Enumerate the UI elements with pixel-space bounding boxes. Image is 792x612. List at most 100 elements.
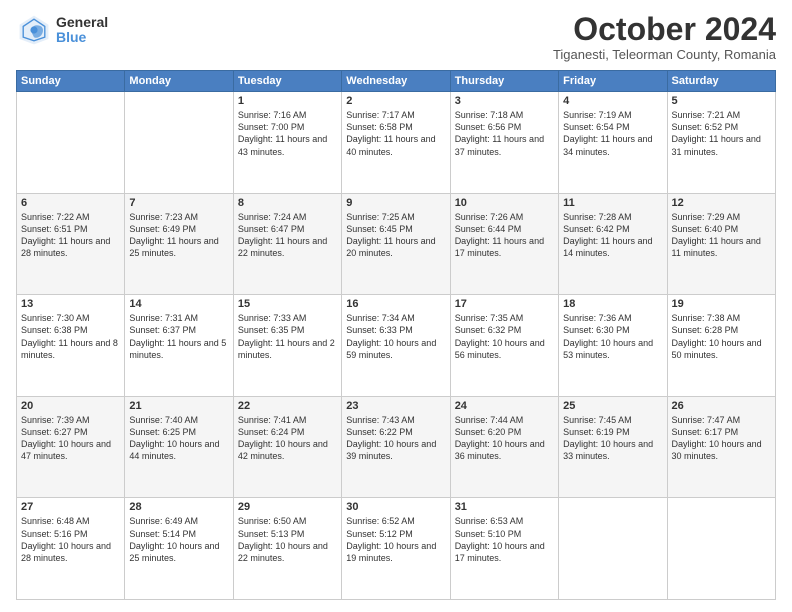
calendar-week-0: 1 Sunrise: 7:16 AM Sunset: 7:00 PM Daylig… (17, 92, 776, 194)
day-info: Sunrise: 7:23 AM Sunset: 6:49 PM Dayligh… (129, 211, 228, 260)
day-number: 11 (563, 197, 662, 209)
day-info: Sunrise: 6:53 AM Sunset: 5:10 PM Dayligh… (455, 515, 554, 564)
calendar-cell: 14Sunrise: 7:31 AM Sunset: 6:37 PM Dayli… (125, 295, 233, 397)
calendar-cell: 27Sunrise: 6:48 AM Sunset: 5:16 PM Dayli… (17, 498, 125, 600)
calendar-cell: 17 Sunrise: 7:35 AM Sunset: 6:32 PM Dayli… (450, 295, 558, 397)
calendar-cell: 25 Sunrise: 7:45 AM Sunset: 6:19 PM Dayli… (559, 396, 667, 498)
day-number: 24 (455, 400, 554, 412)
day-info: Sunrise: 7:24 AM Sunset: 6:47 PM Dayligh… (238, 211, 337, 260)
calendar-cell: 24 Sunrise: 7:44 AM Sunset: 6:20 PM Dayli… (450, 396, 558, 498)
weekday-header-thursday: Thursday (450, 71, 558, 92)
calendar-cell: 12 Sunrise: 7:29 AM Sunset: 6:40 PM Dayli… (667, 193, 775, 295)
day-number: 20 (21, 400, 120, 412)
page: General Blue October 2024 Tiganesti, Tel… (0, 0, 792, 612)
day-number: 25 (563, 400, 662, 412)
day-number: 17 (455, 298, 554, 310)
day-number: 8 (238, 197, 337, 209)
day-number: 1 (238, 95, 337, 107)
calendar-cell (125, 92, 233, 194)
day-number: 7 (129, 197, 228, 209)
calendar-cell: 16Sunrise: 7:34 AM Sunset: 6:33 PM Dayli… (342, 295, 450, 397)
day-number: 31 (455, 501, 554, 513)
calendar-cell: 26 Sunrise: 7:47 AM Sunset: 6:17 PM Dayli… (667, 396, 775, 498)
title-block: October 2024 Tiganesti, Teleorman County… (553, 12, 776, 62)
day-info: Sunrise: 6:52 AM Sunset: 5:12 PM Dayligh… (346, 515, 445, 564)
day-info: Sunrise: 7:21 AM Sunset: 6:52 PM Dayligh… (672, 109, 771, 158)
day-number: 12 (672, 197, 771, 209)
day-info: Sunrise: 7:26 AM Sunset: 6:44 PM Dayligh… (455, 211, 554, 260)
weekday-header-friday: Friday (559, 71, 667, 92)
calendar-cell: 22Sunrise: 7:41 AM Sunset: 6:24 PM Dayli… (233, 396, 341, 498)
day-info: Sunrise: 7:19 AM Sunset: 6:54 PM Dayligh… (563, 109, 662, 158)
day-number: 27 (21, 501, 120, 513)
day-info: Sunrise: 7:31 AM Sunset: 6:37 PM Dayligh… (129, 312, 228, 361)
calendar-cell: 1 Sunrise: 7:16 AM Sunset: 7:00 PM Daylig… (233, 92, 341, 194)
day-number: 10 (455, 197, 554, 209)
day-number: 30 (346, 501, 445, 513)
day-info: Sunrise: 7:47 AM Sunset: 6:17 PM Dayligh… (672, 414, 771, 463)
day-info: Sunrise: 7:45 AM Sunset: 6:19 PM Dayligh… (563, 414, 662, 463)
calendar-cell (667, 498, 775, 600)
day-info: Sunrise: 6:50 AM Sunset: 5:13 PM Dayligh… (238, 515, 337, 564)
calendar-cell: 13 Sunrise: 7:30 AM Sunset: 6:38 PM Dayli… (17, 295, 125, 397)
day-info: Sunrise: 6:49 AM Sunset: 5:14 PM Dayligh… (129, 515, 228, 564)
day-info: Sunrise: 7:41 AM Sunset: 6:24 PM Dayligh… (238, 414, 337, 463)
day-info: Sunrise: 7:29 AM Sunset: 6:40 PM Dayligh… (672, 211, 771, 260)
weekday-row: SundayMondayTuesdayWednesdayThursdayFrid… (17, 71, 776, 92)
calendar-table: SundayMondayTuesdayWednesdayThursdayFrid… (16, 70, 776, 600)
weekday-header-wednesday: Wednesday (342, 71, 450, 92)
day-info: Sunrise: 7:39 AM Sunset: 6:27 PM Dayligh… (21, 414, 120, 463)
calendar-cell: 11Sunrise: 7:28 AM Sunset: 6:42 PM Dayli… (559, 193, 667, 295)
calendar-cell (17, 92, 125, 194)
day-number: 9 (346, 197, 445, 209)
day-number: 21 (129, 400, 228, 412)
logo-text: General Blue (56, 15, 108, 46)
weekday-header-sunday: Sunday (17, 71, 125, 92)
day-number: 3 (455, 95, 554, 107)
calendar-body: 1 Sunrise: 7:16 AM Sunset: 7:00 PM Daylig… (17, 92, 776, 600)
calendar-week-4: 27Sunrise: 6:48 AM Sunset: 5:16 PM Dayli… (17, 498, 776, 600)
calendar-header: SundayMondayTuesdayWednesdayThursdayFrid… (17, 71, 776, 92)
calendar-cell: 9 Sunrise: 7:25 AM Sunset: 6:45 PM Daylig… (342, 193, 450, 295)
calendar-cell: 2Sunrise: 7:17 AM Sunset: 6:58 PM Daylig… (342, 92, 450, 194)
day-info: Sunrise: 7:25 AM Sunset: 6:45 PM Dayligh… (346, 211, 445, 260)
weekday-header-saturday: Saturday (667, 71, 775, 92)
day-info: Sunrise: 7:18 AM Sunset: 6:56 PM Dayligh… (455, 109, 554, 158)
calendar-week-1: 6Sunrise: 7:22 AM Sunset: 6:51 PM Daylig… (17, 193, 776, 295)
day-number: 13 (21, 298, 120, 310)
calendar-cell: 29Sunrise: 6:50 AM Sunset: 5:13 PM Dayli… (233, 498, 341, 600)
calendar-cell: 15Sunrise: 7:33 AM Sunset: 6:35 PM Dayli… (233, 295, 341, 397)
day-info: Sunrise: 7:43 AM Sunset: 6:22 PM Dayligh… (346, 414, 445, 463)
day-number: 15 (238, 298, 337, 310)
day-info: Sunrise: 7:40 AM Sunset: 6:25 PM Dayligh… (129, 414, 228, 463)
day-info: Sunrise: 7:35 AM Sunset: 6:32 PM Dayligh… (455, 312, 554, 361)
location: Tiganesti, Teleorman County, Romania (553, 47, 776, 62)
calendar-cell: 18Sunrise: 7:36 AM Sunset: 6:30 PM Dayli… (559, 295, 667, 397)
weekday-header-monday: Monday (125, 71, 233, 92)
day-info: Sunrise: 7:22 AM Sunset: 6:51 PM Dayligh… (21, 211, 120, 260)
calendar-cell: 20 Sunrise: 7:39 AM Sunset: 6:27 PM Dayli… (17, 396, 125, 498)
weekday-header-tuesday: Tuesday (233, 71, 341, 92)
calendar-cell: 30 Sunrise: 6:52 AM Sunset: 5:12 PM Dayli… (342, 498, 450, 600)
calendar-cell: 4Sunrise: 7:19 AM Sunset: 6:54 PM Daylig… (559, 92, 667, 194)
month-title: October 2024 (553, 12, 776, 47)
logo-blue-text: Blue (56, 30, 108, 45)
calendar-cell: 10 Sunrise: 7:26 AM Sunset: 6:44 PM Dayli… (450, 193, 558, 295)
calendar-week-2: 13 Sunrise: 7:30 AM Sunset: 6:38 PM Dayli… (17, 295, 776, 397)
day-info: Sunrise: 7:44 AM Sunset: 6:20 PM Dayligh… (455, 414, 554, 463)
day-number: 19 (672, 298, 771, 310)
calendar-cell: 19 Sunrise: 7:38 AM Sunset: 6:28 PM Dayli… (667, 295, 775, 397)
day-info: Sunrise: 7:38 AM Sunset: 6:28 PM Dayligh… (672, 312, 771, 361)
calendar-cell: 31 Sunrise: 6:53 AM Sunset: 5:10 PM Dayli… (450, 498, 558, 600)
calendar-cell: 3 Sunrise: 7:18 AM Sunset: 6:56 PM Daylig… (450, 92, 558, 194)
calendar-cell: 6Sunrise: 7:22 AM Sunset: 6:51 PM Daylig… (17, 193, 125, 295)
day-info: Sunrise: 7:30 AM Sunset: 6:38 PM Dayligh… (21, 312, 120, 361)
day-number: 26 (672, 400, 771, 412)
logo: General Blue (16, 12, 108, 48)
header: General Blue October 2024 Tiganesti, Tel… (16, 12, 776, 62)
calendar-cell: 5Sunrise: 7:21 AM Sunset: 6:52 PM Daylig… (667, 92, 775, 194)
day-info: Sunrise: 7:16 AM Sunset: 7:00 PM Dayligh… (238, 109, 337, 158)
day-number: 18 (563, 298, 662, 310)
calendar-cell: 21 Sunrise: 7:40 AM Sunset: 6:25 PM Dayli… (125, 396, 233, 498)
logo-icon (16, 12, 52, 48)
